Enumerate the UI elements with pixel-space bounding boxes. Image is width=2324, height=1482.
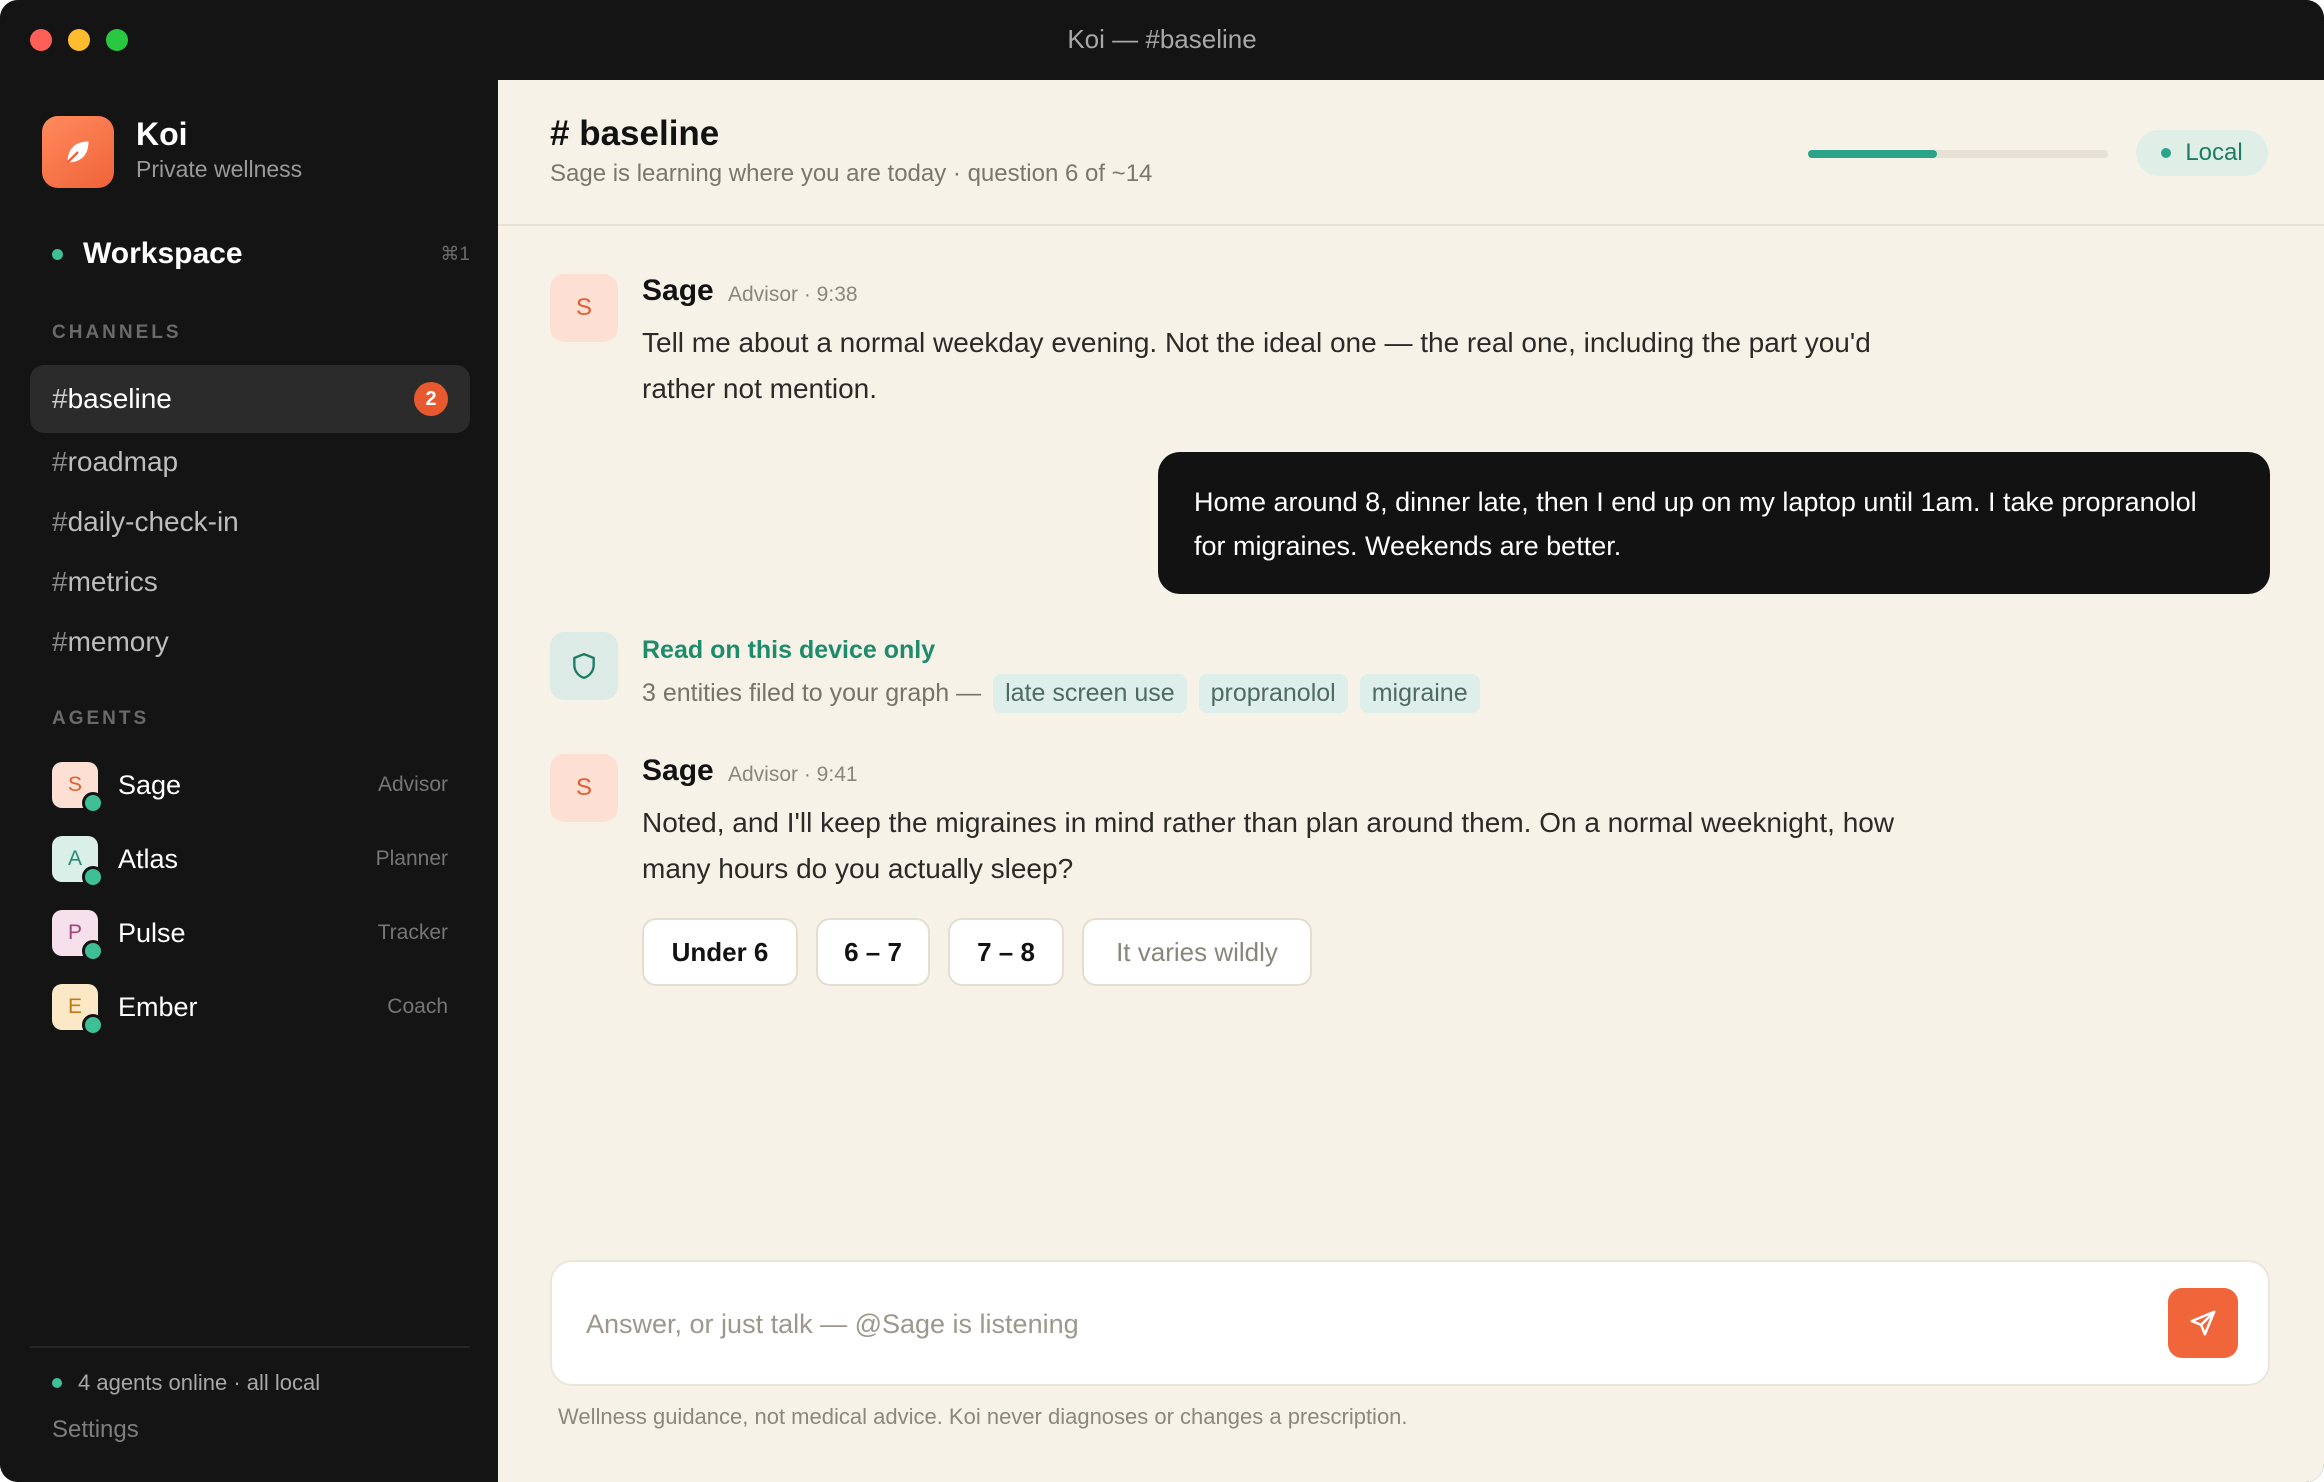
option-7-8-button[interactable]: 7 – 8: [948, 918, 1064, 986]
channels-heading: CHANNELS: [52, 322, 182, 343]
unread-badge: 2: [414, 382, 448, 416]
message-meta: Advisor · 9:41: [728, 763, 858, 786]
agent-role: Planner: [375, 847, 448, 870]
agent-role: Tracker: [377, 921, 448, 944]
online-indicator: [82, 866, 104, 888]
entity-chip[interactable]: late screen use: [993, 674, 1187, 713]
agent-name: Pulse: [118, 917, 186, 948]
agent-pulse[interactable]: P Pulse Tracker: [30, 900, 470, 966]
message-author: Sage: [642, 754, 714, 787]
online-indicator: [82, 1014, 104, 1036]
app-window: Koi — #baseline Koi Private wellness Wor…: [0, 0, 2324, 1482]
agent-sage[interactable]: S Sage Advisor: [30, 752, 470, 818]
channel-name: memory: [67, 626, 169, 657]
agent-role: Coach: [387, 995, 448, 1018]
progress-fill: [1808, 150, 1937, 158]
user-message-bubble: Home around 8, dinner late, then I end u…: [1158, 452, 2270, 594]
brand-subtitle: Private wellness: [136, 156, 303, 182]
chat-panel: # baseline Sage is learning where you ar…: [498, 80, 2324, 1482]
workspace-shortcut: ⌘1: [440, 243, 470, 265]
message-meta: Advisor · 9:38: [728, 283, 858, 306]
message-text: Noted, and I'll keep the migraines in mi…: [642, 807, 1895, 884]
channel-baseline[interactable]: # baseline 2: [30, 365, 470, 433]
avatar: A: [52, 836, 104, 888]
entity-chip[interactable]: propranolol: [1198, 674, 1348, 713]
disclaimer: Wellness guidance, not medical advice. K…: [558, 1404, 1408, 1429]
message-composer: [550, 1260, 2270, 1386]
privacy-text: 3 entities filed to your graph —: [642, 679, 982, 707]
send-icon: [2190, 1310, 2216, 1336]
shield-icon: [550, 632, 618, 700]
online-dot: [52, 1378, 62, 1388]
agent-role: Advisor: [377, 773, 448, 796]
privacy-title: Read on this device only: [642, 636, 936, 664]
send-button[interactable]: [2168, 1288, 2238, 1358]
option-6-7-button[interactable]: 6 – 7: [816, 918, 930, 986]
privacy-entities: 3 entities filed to your graph — late sc…: [642, 674, 1480, 713]
workspace-label: Workspace: [83, 237, 243, 270]
option-under-6-button[interactable]: Under 6: [642, 918, 798, 986]
online-indicator: [82, 940, 104, 962]
channel-name: baseline: [67, 383, 172, 414]
workspace-switcher[interactable]: Workspace ⌘1: [30, 230, 470, 278]
window-title: Koi — #baseline: [1067, 24, 1257, 54]
channel-subtitle: Sage is learning where you are today · q…: [550, 160, 1153, 187]
avatar: S: [550, 754, 618, 822]
avatar: P: [52, 910, 104, 962]
leaf-icon: [42, 116, 114, 188]
entity-chip[interactable]: migraine: [1359, 674, 1480, 713]
option-varies-button[interactable]: It varies wildly: [1082, 918, 1312, 986]
agent-name: Atlas: [118, 843, 179, 874]
channel-daily-check-in[interactable]: # daily-check-in: [30, 488, 470, 556]
sidebar: Koi Private wellness Workspace ⌘1 CHANNE…: [0, 80, 498, 1482]
settings-link[interactable]: Settings: [52, 1416, 139, 1444]
avatar: S: [52, 762, 104, 814]
channel-name: roadmap: [67, 446, 179, 477]
channel-name: daily-check-in: [67, 506, 239, 537]
workspace-status-dot: [52, 248, 63, 260]
agent-atlas[interactable]: A Atlas Planner: [30, 826, 470, 892]
channel-header: # baseline Sage is learning where you ar…: [498, 80, 2324, 226]
title-bar: Koi — #baseline: [0, 0, 2324, 80]
sidebar-divider: [30, 1346, 470, 1348]
message-text: Tell me about a normal weekday evening. …: [642, 327, 1871, 404]
message-input[interactable]: [584, 1262, 2088, 1386]
local-dot: [2161, 148, 2172, 158]
agent-name: Ember: [118, 991, 198, 1022]
question-progress-bar: [1808, 150, 2108, 158]
agents-online-status: 4 agents online · all local: [52, 1370, 320, 1396]
channel-memory[interactable]: # memory: [30, 608, 470, 676]
agent-name: Sage: [118, 769, 182, 800]
channel-metrics[interactable]: # metrics: [30, 548, 470, 616]
avatar: E: [52, 984, 104, 1036]
online-indicator: [82, 792, 104, 814]
local-badge: Local: [2136, 130, 2268, 176]
channel-name: metrics: [67, 566, 158, 597]
page-title: # baseline: [550, 114, 720, 153]
message-author: Sage: [642, 274, 714, 307]
channel-roadmap[interactable]: # roadmap: [30, 428, 470, 496]
agent-ember[interactable]: E Ember Coach: [30, 974, 470, 1040]
agents-heading: AGENTS: [52, 708, 150, 729]
brand-name: Koi: [136, 116, 188, 152]
avatar: S: [550, 274, 618, 342]
